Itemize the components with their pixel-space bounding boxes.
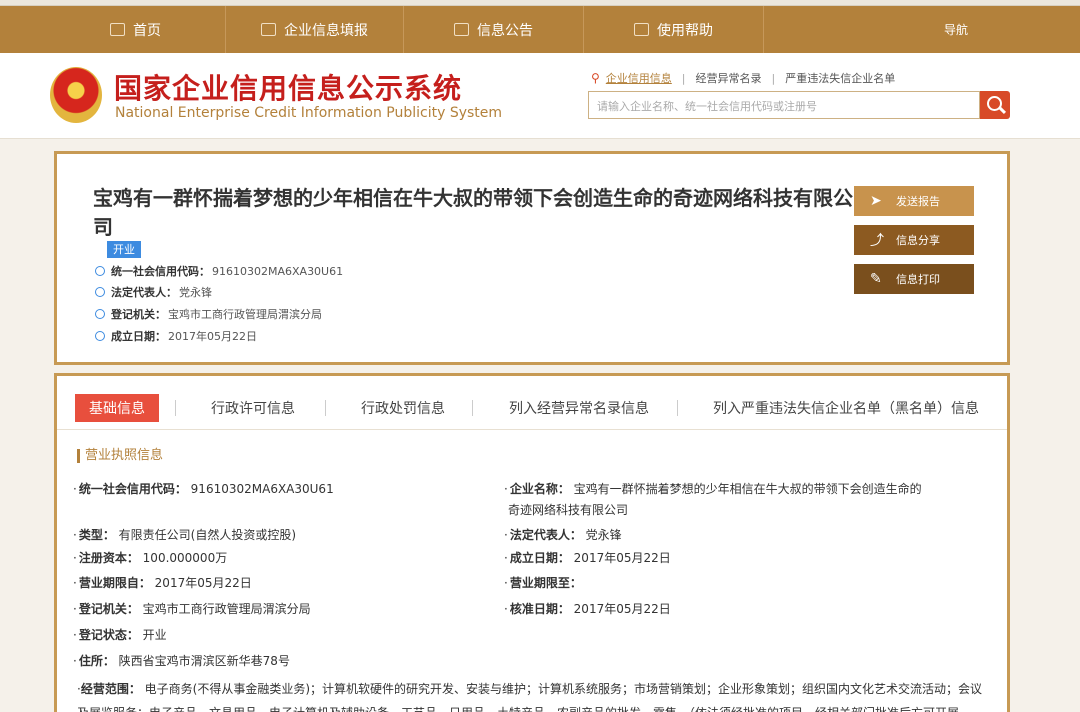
share-icon: ⤴	[870, 233, 884, 249]
credit-code-label: 统一社会信用代码：	[111, 265, 210, 278]
print-icon: ✎	[870, 271, 882, 287]
print-info-label: 信息打印	[896, 273, 940, 286]
nav-guide[interactable]: 导航	[920, 6, 992, 53]
company-name: 宝鸡有一群怀揣着梦想的少年相信在牛大叔的带领下会创造生命的奇迹网络科技有限公司	[93, 186, 853, 239]
edit-icon	[261, 23, 276, 36]
field-registration-status: · 登记状态： 开业	[73, 628, 167, 642]
divider: |	[771, 71, 776, 85]
tab-admin-license[interactable]: 行政许可信息	[211, 394, 295, 422]
national-emblem-icon	[50, 67, 102, 123]
send-report-button[interactable]: ➤ 发送报告	[854, 186, 974, 216]
field-company-name-cont: 奇迹网络科技有限公司	[508, 503, 629, 517]
logo-title-en: National Enterprise Credit Information P…	[115, 105, 503, 121]
field-legal-rep: · 法定代表人： 党永锋	[504, 528, 622, 542]
status-badge: 开业	[107, 241, 141, 258]
company-summary-card: 宝鸡有一群怀揣着梦想的少年相信在牛大叔的带领下会创造生命的奇迹网络科技有限公司 …	[54, 151, 1010, 365]
tab-blacklist[interactable]: 列入严重违法失信企业名单（黑名单）信息	[713, 394, 979, 422]
registration-authority-line: 登记机关： 宝鸡市工商行政管理局渭滨分局	[95, 306, 322, 322]
divider	[325, 400, 326, 416]
document-icon	[454, 23, 469, 36]
location-icon	[95, 309, 105, 319]
legal-rep-line: 法定代表人： 党永锋	[95, 284, 212, 300]
registration-authority-label: 登记机关：	[111, 308, 166, 321]
field-established-date: · 成立日期： 2017年05月22日	[504, 551, 671, 565]
nav-info-report[interactable]: 企业信息填报	[226, 6, 404, 53]
share-info-button[interactable]: ⤴ 信息分享	[854, 225, 974, 255]
logo-title-cn: 国家企业信用信息公示系统	[114, 72, 463, 105]
section-title-business-license: 营业执照信息	[77, 449, 163, 463]
company-detail-card: 基础信息 行政许可信息 行政处罚信息 列入经营异常名录信息 列入严重违法失信企业…	[54, 373, 1010, 712]
tab-abnormal-list[interactable]: 列入经营异常名录信息	[509, 394, 649, 422]
nav-announcement[interactable]: 信息公告	[404, 6, 584, 53]
tab-basic-info[interactable]: 基础信息	[75, 394, 159, 422]
help-icon	[634, 23, 649, 36]
nav-info-report-label: 企业信息填报	[284, 22, 368, 39]
print-info-button[interactable]: ✎ 信息打印	[854, 264, 974, 294]
nav-announcement-label: 信息公告	[477, 22, 533, 39]
field-business-scope: ·经营范围： 电子商务(不得从事金融类业务)；计算机软硬件的研究开发、安装与维护…	[77, 677, 989, 712]
monitor-icon	[110, 23, 125, 36]
search-link-abnormal[interactable]: 经营异常名录	[696, 70, 762, 86]
legal-rep-label: 法定代表人：	[111, 286, 177, 299]
detail-tabs: 基础信息 行政许可信息 行政处罚信息 列入经营异常名录信息 列入严重违法失信企业…	[57, 376, 1007, 430]
field-registered-capital: · 注册资本： 100.000000万	[73, 551, 228, 565]
top-navbar: 首页 企业信息填报 信息公告 使用帮助 导航	[0, 6, 1080, 53]
search-link-blacklist[interactable]: 严重违法失信企业名单	[785, 70, 895, 86]
established-date-value: 2017年05月22日	[168, 330, 257, 343]
person-icon	[95, 287, 105, 297]
credit-code-value: 91610302MA6XA30U61	[212, 264, 344, 278]
send-icon: ➤	[870, 193, 882, 209]
search-icon: ⚲	[591, 71, 600, 85]
nav-home-label: 首页	[133, 22, 161, 39]
registration-authority-value: 宝鸡市工商行政管理局渭滨分局	[168, 308, 322, 321]
tab-admin-penalty[interactable]: 行政处罚信息	[361, 394, 445, 422]
send-report-label: 发送报告	[896, 195, 940, 208]
field-registration-authority: · 登记机关： 宝鸡市工商行政管理局渭滨分局	[73, 602, 311, 616]
nav-help-label: 使用帮助	[657, 22, 713, 39]
field-term-end: · 营业期限至：	[504, 576, 582, 590]
field-type: · 类型： 有限责任公司(自然人投资或控股)	[73, 528, 297, 542]
field-address: · 住所： 陕西省宝鸡市渭滨区新华巷78号	[73, 654, 290, 668]
field-term-start: · 营业期限自： 2017年05月22日	[73, 576, 252, 590]
share-info-label: 信息分享	[896, 234, 940, 247]
site-header: 国家企业信用信息公示系统 National Enterprise Credit …	[0, 53, 1080, 139]
divider	[677, 400, 678, 416]
established-date-line: 成立日期： 2017年05月22日	[95, 328, 257, 344]
divider	[472, 400, 473, 416]
search-button[interactable]	[980, 91, 1010, 119]
established-date-label: 成立日期：	[111, 330, 166, 343]
info-icon	[95, 331, 105, 341]
shield-icon	[95, 266, 105, 276]
nav-help[interactable]: 使用帮助	[584, 6, 764, 53]
business-scope-text: 电子商务(不得从事金融类业务)；计算机软硬件的研究开发、安装与维护；计算机系统服…	[77, 682, 983, 712]
search-category-links: ⚲ 企业信用信息 | 经营异常名录 | 严重违法失信企业名单	[591, 70, 895, 86]
field-company-name: · 企业名称： 宝鸡有一群怀揣着梦想的少年相信在牛大叔的带领下会创造生命的	[504, 482, 922, 496]
nav-home[interactable]: 首页	[46, 6, 226, 53]
search-link-credit[interactable]: 企业信用信息	[606, 70, 672, 86]
divider: |	[681, 71, 686, 85]
field-credit-code: · 统一社会信用代码： 91610302MA6XA30U61	[73, 482, 334, 496]
legal-rep-value: 党永锋	[179, 286, 212, 299]
credit-code-line: 统一社会信用代码： 91610302MA6XA30U61	[95, 263, 343, 279]
search-input[interactable]: 请输入企业名称、统一社会信用代码或注册号	[588, 91, 980, 119]
business-scope-label: 经营范围：	[80, 682, 141, 696]
divider	[175, 400, 176, 416]
field-approval-date: · 核准日期： 2017年05月22日	[504, 602, 671, 616]
